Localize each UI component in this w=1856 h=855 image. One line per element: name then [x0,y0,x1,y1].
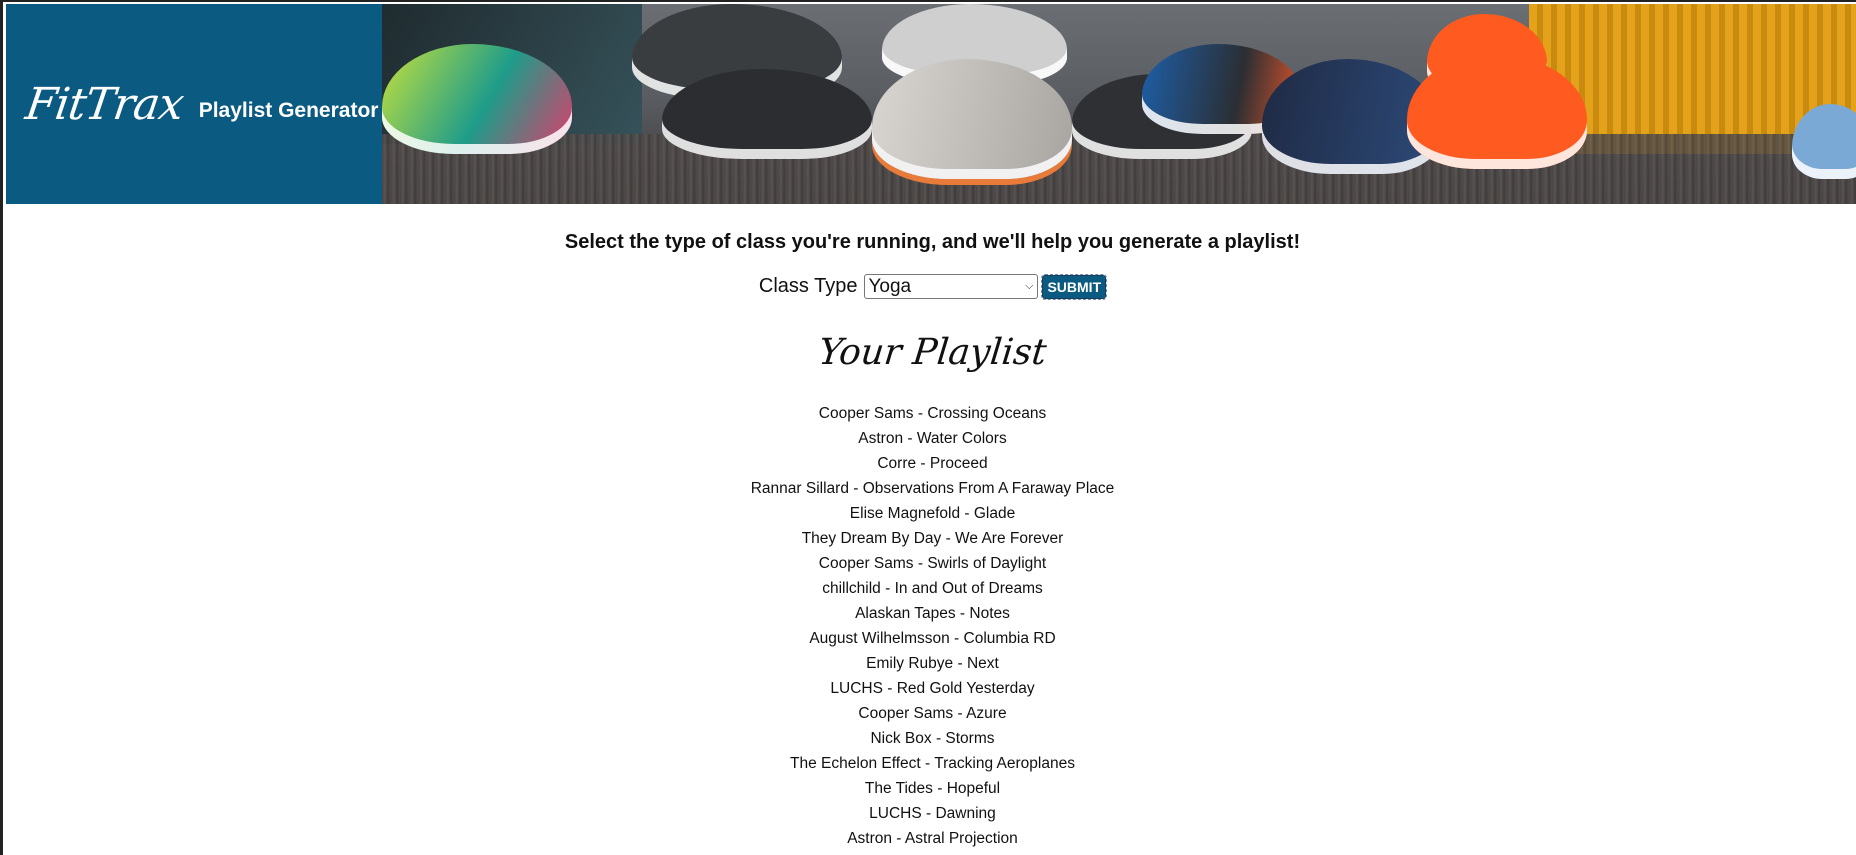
playlist-title: Your Playlist [816,332,1049,373]
list-item: Cooper Sams - Swirls of Daylight [818,555,1047,572]
list-item: Emily Rubye - Next [866,655,999,672]
brand-panel: FitTrax Playlist Generator [6,4,382,204]
brand-subtitle: Playlist Generator [198,99,379,122]
class-type-selected: Yoga [868,275,912,297]
list-item: Astron - Water Colors [858,430,1007,447]
class-type-label: Class Type [758,275,858,297]
list-item: Rannar Sillard - Observations From A Far… [750,480,1115,497]
list-item: LUCHS - Red Gold Yesterday [830,680,1035,697]
list-item: Cooper Sams - Azure [858,705,1007,722]
tagline: Select the type of class you're running,… [564,231,1301,253]
list-item: Cooper Sams - Crossing Oceans [818,405,1047,422]
playlist-list: Cooper Sams - Crossing Oceans Astron - W… [6,401,1856,851]
list-item: Alaskan Tapes - Notes [855,605,1010,622]
shoe-3 [662,69,872,159]
list-item: The Echelon Effect - Tracking Aeroplanes [790,755,1075,772]
list-item: LUCHS - Dawning [869,805,996,822]
list-item: chillchild - In and Out of Dreams [822,580,1043,597]
hero-banner-image [382,4,1856,204]
class-type-select[interactable]: Yoga ⌵ [864,274,1039,299]
list-item: August Wilhelmsson - Columbia RD [809,630,1056,647]
header: FitTrax Playlist Generator [6,4,1856,204]
class-type-form: Class Type Yoga ⌵ SUBMIT [6,273,1856,300]
chevron-down-icon: ⌵ [1025,280,1034,292]
list-item: Nick Box - Storms [870,730,995,747]
list-item: The Tides - Hopeful [864,780,1001,797]
list-item: Corre - Proceed [877,455,988,472]
main-content: Select the type of class you're running,… [6,204,1856,851]
list-item: Astron - Astral Projection [847,830,1018,847]
list-item: They Dream By Day - We Are Forever [801,530,1064,547]
list-item: Elise Magnefold - Glade [849,505,1016,522]
submit-button[interactable]: SUBMIT [1041,273,1108,300]
page: FitTrax Playlist Generator Select the ty… [0,0,1856,855]
logo[interactable]: FitTrax [22,79,186,130]
